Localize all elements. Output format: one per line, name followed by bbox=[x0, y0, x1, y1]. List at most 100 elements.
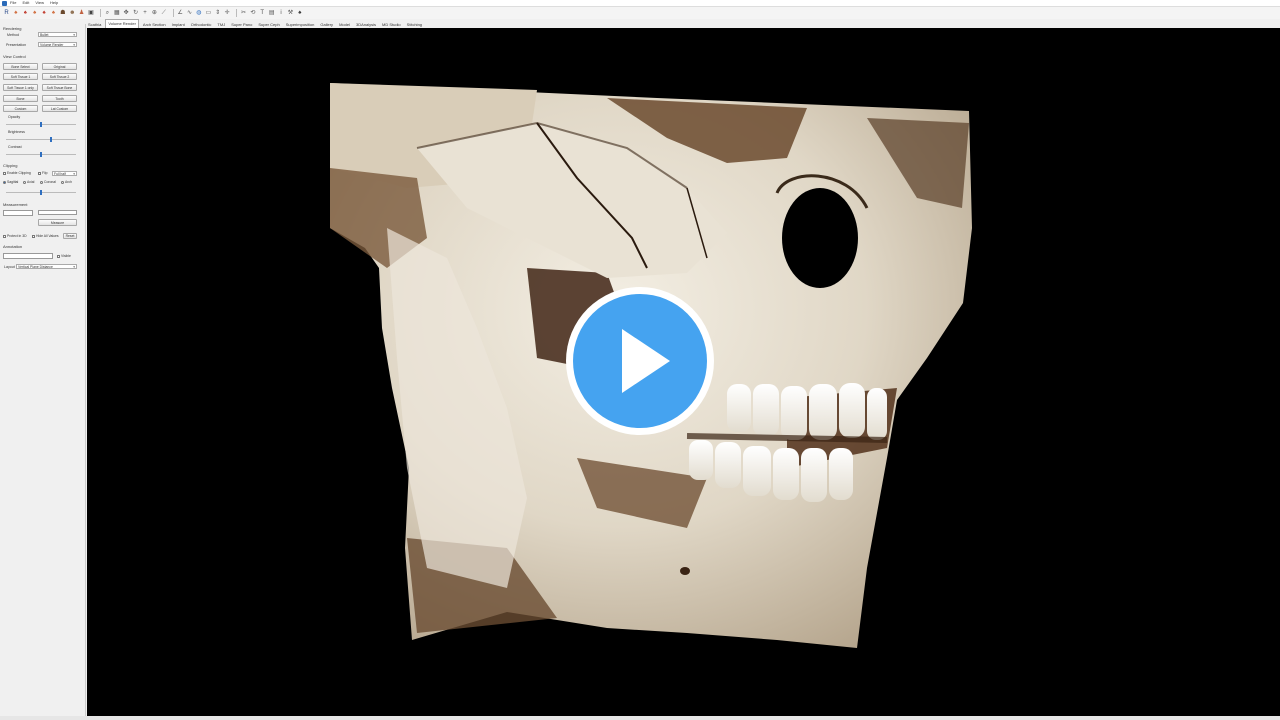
grid-icon[interactable]: ▤ bbox=[268, 9, 275, 17]
layout-select[interactable]: Vertical Plane Distance bbox=[16, 264, 77, 269]
measurement-field[interactable] bbox=[3, 210, 33, 216]
menu-bar: File Edit View Help bbox=[0, 0, 1280, 7]
reset-icon[interactable]: ⟲ bbox=[249, 9, 256, 17]
torso-icon[interactable]: ♟ bbox=[78, 9, 85, 17]
soft-tissue-bone-button[interactable]: Soft Tissue Bone bbox=[42, 84, 77, 91]
tab-volume-render[interactable]: Volume Render bbox=[105, 19, 139, 28]
radio-arch[interactable]: Arch bbox=[61, 180, 72, 184]
measure-icon[interactable]: ⟋ bbox=[160, 9, 167, 17]
move-icon[interactable]: ✥ bbox=[123, 9, 130, 17]
tab-orthodontic[interactable]: Orthodontic bbox=[189, 21, 214, 28]
tooth-dark-icon[interactable]: ♠ bbox=[296, 9, 303, 17]
globe-icon[interactable]: ◍ bbox=[195, 9, 202, 17]
soft-tissue-1-button[interactable]: Soft Tissue 1 bbox=[3, 73, 38, 80]
protect-3d-checkbox[interactable]: Protect in 3D bbox=[3, 234, 27, 238]
original-button[interactable]: Original bbox=[42, 63, 77, 70]
bone-select-button[interactable]: Bone Select bbox=[3, 63, 38, 70]
tab-3danalysis[interactable]: 3DAnalysis bbox=[354, 21, 378, 28]
status-bar bbox=[0, 716, 1280, 720]
opacity-slider[interactable] bbox=[6, 122, 76, 127]
soft-tissue-only-button[interactable]: Soft Tissue 1 only bbox=[3, 84, 38, 91]
measurement-value-field[interactable] bbox=[38, 210, 77, 215]
info-icon[interactable]: i bbox=[278, 9, 285, 17]
soft-tissue-2-button[interactable]: Soft Tissue 2 bbox=[42, 73, 77, 80]
enable-clipping-label: Enable Clipping bbox=[7, 171, 31, 175]
annotation-field[interactable] bbox=[3, 253, 53, 259]
skull-icon[interactable]: ☗ bbox=[59, 9, 66, 17]
flip-label: Flip bbox=[42, 171, 48, 175]
tab-model[interactable]: Model bbox=[337, 21, 352, 28]
slider-thumb[interactable] bbox=[40, 152, 42, 157]
tab-arch-section[interactable]: Arch Section bbox=[141, 21, 168, 28]
radio-axial[interactable]: Axial bbox=[23, 180, 34, 184]
brightness-slider[interactable] bbox=[6, 137, 76, 142]
slider-thumb[interactable] bbox=[40, 190, 42, 195]
tab-tmj[interactable]: TMJ bbox=[215, 21, 227, 28]
tooth-red-icon[interactable]: ♠ bbox=[41, 9, 48, 17]
menu-file[interactable]: File bbox=[10, 0, 16, 6]
contrast-slider[interactable] bbox=[6, 152, 76, 157]
face-icon[interactable]: ☻ bbox=[69, 9, 76, 17]
r-logo-icon[interactable]: R bbox=[3, 9, 10, 17]
method-select[interactable]: Bullet bbox=[38, 32, 77, 37]
radio-sagittal[interactable]: Sagittal bbox=[3, 180, 18, 184]
tab-scathia[interactable]: Scathia bbox=[86, 21, 103, 28]
tab-super-pano[interactable]: Super Pano bbox=[229, 21, 254, 28]
toolbar-separator bbox=[172, 9, 174, 17]
lat-custom-button[interactable]: Lat Custom bbox=[42, 105, 77, 112]
visible-checkbox[interactable]: Visible bbox=[57, 254, 71, 258]
menu-edit[interactable]: Edit bbox=[22, 0, 29, 6]
toolbar: R ♠ ♠ ♠ ♠ ♠ ☗ ☻ ♟ ▣ ⌕ ▦ ✥ ↻ + ⊕ ⟋ ∠ ∿ ◍ ▭ ⇕ ✛ ✂ ⟲ T ▤ i ⚒ ♠ bbox=[0, 7, 1280, 19]
radio-sagittal-label: Sagittal bbox=[7, 180, 19, 184]
tab-super-ceph[interactable]: Super Ceph bbox=[256, 21, 281, 28]
rotate-icon[interactable]: ↻ bbox=[132, 9, 139, 17]
hide-values-label: Hide All Values bbox=[36, 234, 59, 238]
tooth-icon[interactable]: ♠ bbox=[12, 9, 19, 17]
control-panel: Rendering Method Bullet Presentation Vol… bbox=[0, 24, 86, 720]
text-icon[interactable]: T bbox=[259, 9, 266, 17]
search-icon[interactable]: ⌕ bbox=[104, 9, 111, 17]
crosshair-icon[interactable]: ✛ bbox=[224, 9, 231, 17]
plus-icon[interactable]: + bbox=[141, 9, 148, 17]
tooth-red-icon[interactable]: ♠ bbox=[22, 9, 29, 17]
custom-button[interactable]: Custom bbox=[3, 105, 38, 112]
curve-icon[interactable]: ∿ bbox=[186, 9, 193, 17]
tab-md-studio[interactable]: MD Studio bbox=[380, 21, 403, 28]
ruler-icon[interactable]: ▭ bbox=[205, 9, 212, 17]
tab-implant[interactable]: Implant bbox=[170, 21, 187, 28]
reset-button[interactable]: Reset bbox=[63, 233, 77, 239]
presentation-select[interactable]: Volume Render bbox=[38, 42, 77, 47]
arrows-icon[interactable]: ⇕ bbox=[214, 9, 221, 17]
measure-button[interactable]: Measure bbox=[38, 219, 77, 226]
menu-view[interactable]: View bbox=[35, 0, 44, 6]
radio-coronal-label: Coronal bbox=[44, 180, 56, 184]
slider-thumb[interactable] bbox=[40, 122, 42, 127]
tooth-button[interactable]: Tooth bbox=[42, 95, 77, 102]
camera-icon[interactable]: ▣ bbox=[88, 9, 95, 17]
menu-help[interactable]: Help bbox=[50, 0, 58, 6]
radio-arch-label: Arch bbox=[65, 180, 72, 184]
slider-thumb[interactable] bbox=[50, 137, 53, 142]
enable-clipping-checkbox[interactable]: Enable Clipping bbox=[3, 171, 31, 175]
tab-gallery[interactable]: Gallery bbox=[318, 21, 335, 28]
tab-stitching[interactable]: Stitching bbox=[405, 21, 424, 28]
wrench-icon[interactable]: ⚒ bbox=[287, 9, 294, 17]
angle-icon[interactable]: ∠ bbox=[177, 9, 184, 17]
image-icon[interactable]: ▦ bbox=[113, 9, 120, 17]
visible-label: Visible bbox=[61, 254, 71, 258]
section-title-rendering: Rendering bbox=[3, 26, 22, 31]
tab-superimposition[interactable]: Superimposition bbox=[284, 21, 317, 28]
protect-3d-label: Protect in 3D bbox=[7, 234, 27, 238]
tooth-icon[interactable]: ♠ bbox=[31, 9, 38, 17]
clipping-slider[interactable] bbox=[6, 190, 76, 195]
hide-values-checkbox[interactable]: Hide All Values bbox=[32, 234, 59, 238]
flip-checkbox[interactable]: Flip bbox=[38, 171, 47, 175]
zoom-icon[interactable]: ⊕ bbox=[151, 9, 158, 17]
cut-icon[interactable]: ✂ bbox=[240, 9, 247, 17]
clip-mode-select[interactable]: Full half bbox=[52, 171, 77, 176]
radio-coronal[interactable]: Coronal bbox=[40, 180, 56, 184]
bone-button[interactable]: Bone bbox=[3, 95, 38, 102]
tooth-icon[interactable]: ♠ bbox=[50, 9, 57, 17]
section-title-clipping: Clipping bbox=[3, 163, 18, 168]
play-button[interactable] bbox=[566, 287, 714, 435]
